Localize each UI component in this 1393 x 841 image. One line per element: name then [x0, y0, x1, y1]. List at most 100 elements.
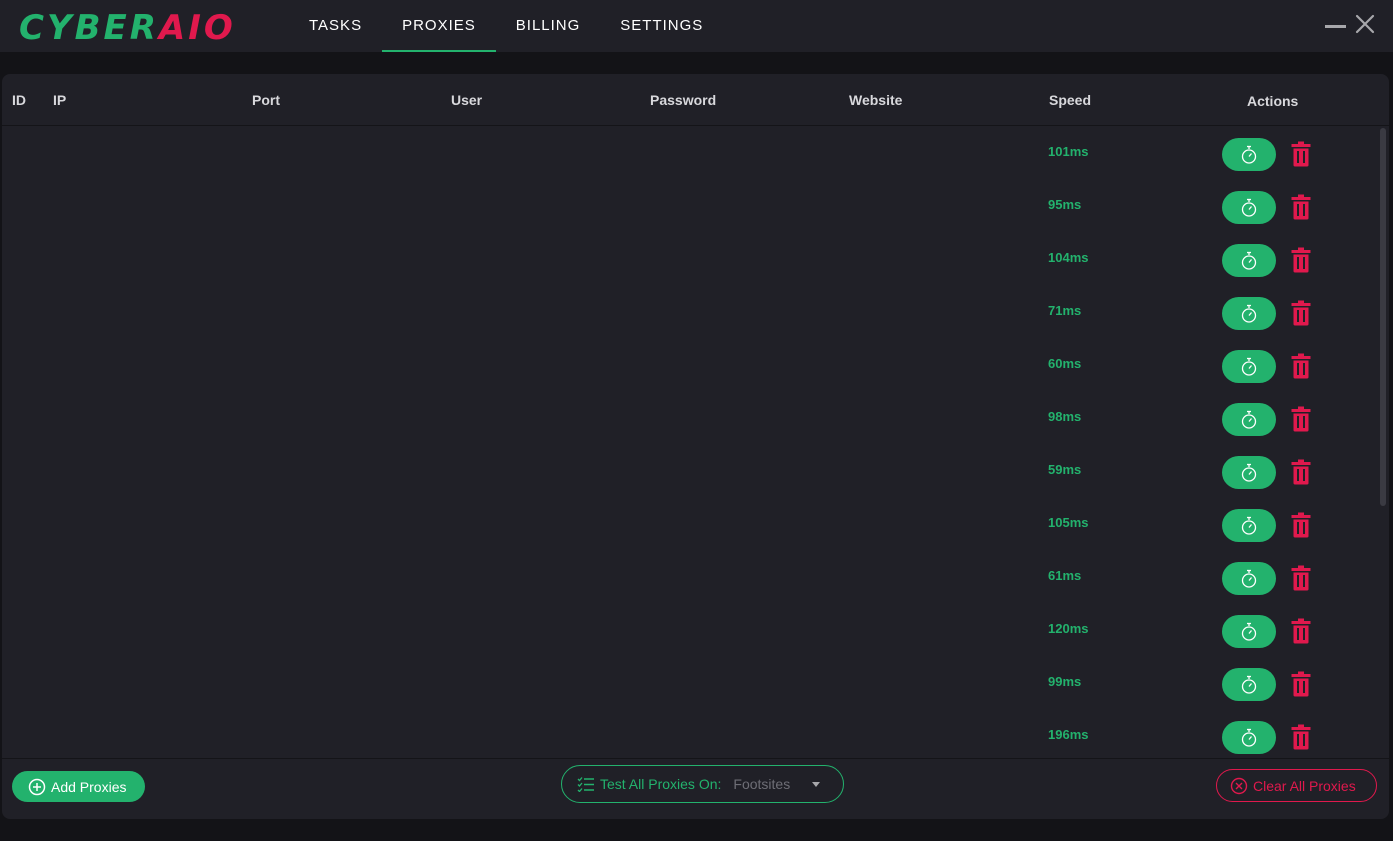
table-row: 60ms — [2, 338, 1372, 391]
proxy-speed: 101ms — [1048, 144, 1089, 159]
stopwatch-icon — [1241, 145, 1257, 164]
table-row: 61ms — [2, 550, 1372, 603]
trash-icon — [1291, 618, 1311, 644]
stopwatch-icon — [1241, 569, 1257, 588]
tab-settings[interactable]: SETTINGS — [600, 0, 723, 52]
trash-icon — [1291, 459, 1311, 485]
tab-proxies[interactable]: PROXIES — [382, 0, 496, 52]
trash-icon — [1291, 671, 1311, 697]
logo-text-aio: AIO — [158, 8, 236, 48]
column-header-website: Website — [849, 92, 903, 108]
test-proxy-button[interactable] — [1222, 721, 1276, 754]
add-proxies-label: Add Proxies — [51, 778, 127, 795]
delete-proxy-button[interactable] — [1290, 511, 1312, 539]
trash-icon — [1291, 247, 1311, 273]
main-nav: TASKS PROXIES BILLING SETTINGS — [289, 0, 723, 52]
test-proxy-button[interactable] — [1222, 191, 1276, 224]
stopwatch-icon — [1241, 251, 1257, 270]
close-icon[interactable] — [1355, 14, 1375, 34]
delete-proxy-button[interactable] — [1290, 458, 1312, 486]
table-row: 120ms — [2, 603, 1372, 656]
test-all-label: Test All Proxies On: — [600, 776, 722, 792]
plus-circle-icon — [28, 778, 46, 795]
proxy-speed: 104ms — [1048, 250, 1089, 265]
test-proxy-button[interactable] — [1222, 668, 1276, 701]
table-header: ID IP Port User Password Website Speed A… — [2, 74, 1389, 126]
title-bar: CYBERAIO TASKS PROXIES BILLING SETTINGS — [0, 0, 1393, 52]
stopwatch-icon — [1241, 675, 1257, 694]
tab-billing[interactable]: BILLING — [496, 0, 601, 52]
test-proxy-button[interactable] — [1222, 244, 1276, 277]
test-proxy-button[interactable] — [1222, 297, 1276, 330]
trash-icon — [1291, 512, 1311, 538]
test-proxy-button[interactable] — [1222, 615, 1276, 648]
add-proxies-button[interactable]: Add Proxies — [12, 771, 145, 802]
stopwatch-icon — [1241, 410, 1257, 429]
proxy-speed: 60ms — [1048, 356, 1082, 371]
stopwatch-icon — [1241, 622, 1257, 641]
table-row: 101ms — [2, 126, 1372, 179]
table-row: 104ms — [2, 232, 1372, 285]
delete-proxy-button[interactable] — [1290, 246, 1312, 274]
delete-proxy-button[interactable] — [1290, 140, 1312, 168]
stopwatch-icon — [1241, 516, 1257, 535]
proxy-speed: 71ms — [1048, 303, 1082, 318]
delete-proxy-button[interactable] — [1290, 617, 1312, 645]
delete-proxy-button[interactable] — [1290, 193, 1312, 221]
proxy-speed: 98ms — [1048, 409, 1082, 424]
proxy-speed: 61ms — [1048, 568, 1082, 583]
test-proxy-button[interactable] — [1222, 403, 1276, 436]
delete-proxy-button[interactable] — [1290, 564, 1312, 592]
minimize-icon[interactable] — [1325, 25, 1346, 28]
clear-all-proxies-button[interactable]: Clear All Proxies — [1216, 769, 1377, 802]
stopwatch-icon — [1241, 357, 1257, 376]
proxies-panel: ID IP Port User Password Website Speed A… — [2, 74, 1389, 819]
proxy-table-body: 101ms 95ms 104ms 71ms 60ms 98ms 59ms 105ms 61ms 1… — [2, 126, 1372, 758]
test-proxy-button[interactable] — [1222, 138, 1276, 171]
trash-icon — [1291, 724, 1311, 750]
table-row: 95ms — [2, 179, 1372, 232]
column-header-user: User — [451, 92, 483, 108]
table-row: 196ms — [2, 709, 1372, 758]
stopwatch-icon — [1241, 728, 1257, 747]
logo-text-cyber: CYBER — [19, 8, 159, 48]
panel-footer: Add Proxies Test All Proxies On: Footsit… — [2, 758, 1389, 819]
checklist-icon — [577, 777, 594, 792]
scrollbar-thumb[interactable] — [1380, 128, 1386, 506]
column-header-ip: IP — [53, 92, 67, 108]
app-window: CYBERAIO TASKS PROXIES BILLING SETTINGS … — [0, 0, 1393, 841]
proxy-speed: 196ms — [1048, 727, 1089, 742]
test-proxy-button[interactable] — [1222, 509, 1276, 542]
delete-proxy-button[interactable] — [1290, 299, 1312, 327]
trash-icon — [1291, 141, 1311, 167]
test-proxy-button[interactable] — [1222, 350, 1276, 383]
trash-icon — [1291, 565, 1311, 591]
table-row: 59ms — [2, 444, 1372, 497]
proxy-speed: 99ms — [1048, 674, 1082, 689]
delete-proxy-button[interactable] — [1290, 352, 1312, 380]
delete-proxy-button[interactable] — [1290, 405, 1312, 433]
test-all-proxies-select[interactable]: Test All Proxies On: Footsites — [561, 765, 844, 803]
delete-proxy-button[interactable] — [1290, 723, 1312, 751]
trash-icon — [1291, 194, 1311, 220]
column-header-password: Password — [650, 92, 717, 108]
stopwatch-icon — [1241, 304, 1257, 323]
tab-tasks[interactable]: TASKS — [289, 0, 382, 52]
proxy-speed: 120ms — [1048, 621, 1089, 636]
test-proxy-button[interactable] — [1222, 456, 1276, 489]
table-row: 99ms — [2, 656, 1372, 709]
proxy-speed: 59ms — [1048, 462, 1082, 477]
trash-icon — [1291, 300, 1311, 326]
delete-proxy-button[interactable] — [1290, 670, 1312, 698]
stopwatch-icon — [1241, 198, 1257, 217]
column-header-port: Port — [252, 92, 280, 108]
trash-icon — [1291, 353, 1311, 379]
table-row: 98ms — [2, 391, 1372, 444]
chevron-down-icon — [812, 781, 821, 787]
stopwatch-icon — [1241, 463, 1257, 482]
test-proxy-button[interactable] — [1222, 562, 1276, 595]
scrollbar[interactable] — [1377, 126, 1389, 758]
test-all-selected-value: Footsites — [733, 776, 791, 792]
table-row: 105ms — [2, 497, 1372, 550]
proxy-speed: 95ms — [1048, 197, 1082, 212]
